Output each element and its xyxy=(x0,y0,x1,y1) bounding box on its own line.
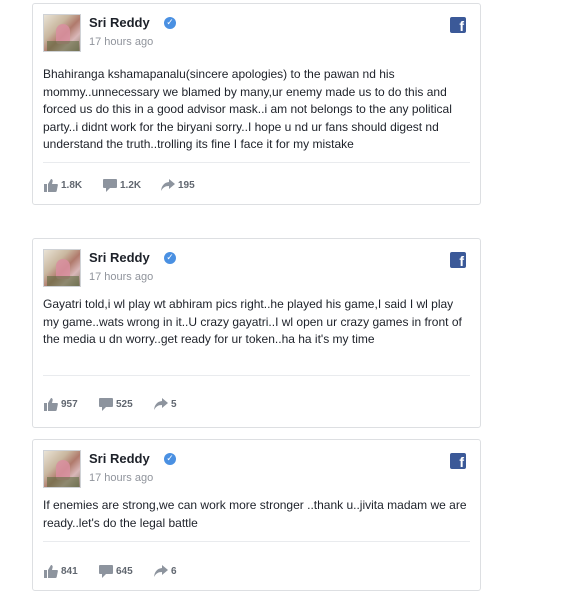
verified-badge-icon: ✓ xyxy=(164,17,176,29)
comment-count: 525 xyxy=(116,399,133,410)
post-header: Sri Reddy ✓ 17 hours ago f xyxy=(43,249,470,289)
post-text: Bhahiranga kshamapanalu(sincere apologie… xyxy=(43,67,452,151)
share-arrow-icon xyxy=(154,565,168,577)
facebook-icon[interactable]: f xyxy=(450,453,466,469)
post-card-1: Sri Reddy ✓ 17 hours ago f Bhahiranga ks… xyxy=(32,3,481,205)
thumbs-up-icon xyxy=(44,398,58,411)
post-timestamp[interactable]: 17 hours ago xyxy=(89,271,153,283)
like-count: 1.8K xyxy=(61,180,83,191)
like-count: 841 xyxy=(61,566,78,577)
post-card-2: Sri Reddy ✓ 17 hours ago f Gayatri told,… xyxy=(32,238,481,428)
share-count: 5 xyxy=(171,399,177,410)
like-count: 957 xyxy=(61,399,78,410)
thumbs-up-icon xyxy=(44,179,58,192)
author-name[interactable]: Sri Reddy xyxy=(89,451,150,466)
post-header: Sri Reddy ✓ 17 hours ago f xyxy=(43,14,470,54)
facebook-icon[interactable]: f xyxy=(450,17,466,33)
divider xyxy=(43,541,470,542)
share-arrow-icon xyxy=(154,398,168,410)
author-name[interactable]: Sri Reddy xyxy=(89,15,150,30)
divider xyxy=(43,375,470,376)
author-name[interactable]: Sri Reddy xyxy=(89,250,150,265)
post-timestamp[interactable]: 17 hours ago xyxy=(89,472,153,484)
comment-count: 1.2K xyxy=(120,180,142,191)
divider xyxy=(43,162,470,163)
facebook-icon[interactable]: f xyxy=(450,252,466,268)
post-text: Gayatri told,i wl play wt abhiram pics r… xyxy=(43,297,462,346)
comment-icon xyxy=(103,179,117,192)
post-text: If enemies are strong,we can work more s… xyxy=(43,498,467,530)
verified-badge-icon: ✓ xyxy=(164,453,176,465)
post-timestamp[interactable]: 17 hours ago xyxy=(89,36,153,48)
verified-badge-icon: ✓ xyxy=(164,252,176,264)
share-count: 6 xyxy=(171,566,177,577)
share-arrow-icon xyxy=(161,179,175,191)
thumbs-up-icon xyxy=(44,565,58,578)
post-card-3: Sri Reddy ✓ 17 hours ago f If enemies ar… xyxy=(32,439,481,591)
post-header: Sri Reddy ✓ 17 hours ago f xyxy=(43,450,470,490)
avatar[interactable] xyxy=(43,249,81,287)
share-count: 195 xyxy=(178,180,195,191)
comment-icon xyxy=(99,398,113,411)
avatar[interactable] xyxy=(43,450,81,488)
avatar[interactable] xyxy=(43,14,81,52)
comment-icon xyxy=(99,565,113,578)
comment-count: 645 xyxy=(116,566,133,577)
